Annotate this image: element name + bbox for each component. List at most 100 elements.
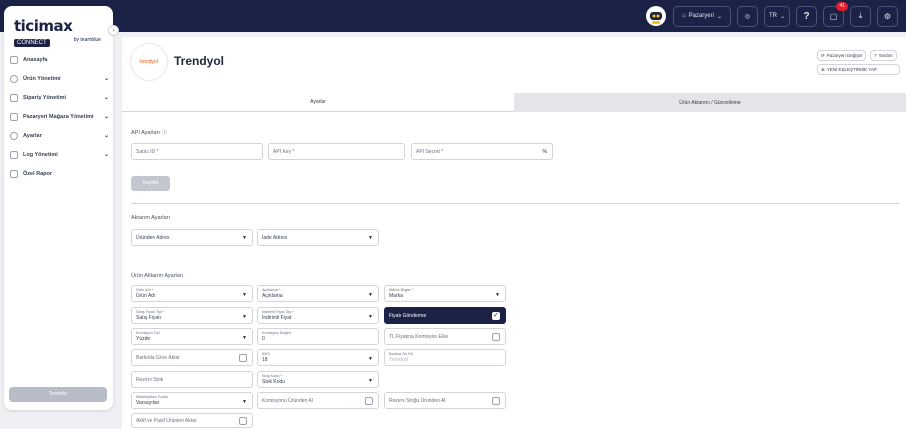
transfer-settings-heading: Aktarım Ayarları <box>131 215 171 221</box>
sidebar-item-pazaryeri-magaza[interactable]: Pazaryeri Mağaza Yönetimi ⌄ <box>8 107 111 126</box>
notification-badge: 41 <box>836 1 848 11</box>
return-address-select[interactable]: İade Adresi ▼ <box>257 229 379 246</box>
dropdown-arrow-icon: ▼ <box>495 292 500 298</box>
api-key-input[interactable]: API Key * <box>268 143 405 160</box>
commission-value-input[interactable]: Komisyon Değeri 0 <box>257 328 379 345</box>
chevron-down-icon: ⌄ <box>716 13 722 20</box>
chevron-down-icon: ⌄ <box>103 76 109 82</box>
tl-commission-toggle[interactable]: TL Fiyatına Komisyon Ekle <box>384 328 506 345</box>
collapse-sidebar-button[interactable]: ‹ <box>108 25 119 36</box>
swap-icon: ⟳ <box>821 52 825 58</box>
commission-type-select[interactable]: Komisyon Tipi Yüzde ▼ <box>131 328 253 345</box>
divider <box>131 203 899 204</box>
vat-select[interactable]: KDV 18 ▼ <box>257 349 379 366</box>
chevron-down-icon: ⌄ <box>103 152 109 158</box>
checkbox[interactable] <box>365 397 373 405</box>
commission-from-product-toggle[interactable]: Komisyonu Üründen Al <box>257 392 379 409</box>
log-icon <box>10 150 18 159</box>
help-circle-icon: ? <box>874 53 877 58</box>
sidebar: ticimax CONNECT by teamblue Anasayfa Ürü… <box>4 6 113 410</box>
robot-assistant-icon[interactable] <box>645 5 667 27</box>
globe-icon: ◎ <box>744 13 751 20</box>
report-icon <box>10 169 18 178</box>
change-marketplace-button[interactable]: ⟳ Pazaryeri Değiştir <box>817 50 867 61</box>
product-icon <box>10 74 18 83</box>
chevron-left-icon: ‹ <box>112 27 115 34</box>
download-icon: ⤓ <box>858 11 863 20</box>
checkbox[interactable] <box>239 417 247 425</box>
description-select[interactable]: Açıklama * Açıklama ▼ <box>257 285 379 302</box>
api-settings-heading: API Ayarları ⓘ <box>131 130 167 136</box>
checkbox[interactable] <box>492 333 500 341</box>
stock-code-select[interactable]: Stok Kodu * Stok Kodu ▼ <box>257 371 379 388</box>
dropdown-arrow-icon: ▼ <box>242 335 247 341</box>
brand-select[interactable]: Marka Bilgisi * Marka ▼ <box>384 285 506 302</box>
gear-icon: ⚙ <box>883 11 892 21</box>
marketplace-select[interactable]: ⌂ Pazaryeri ⌄ <box>672 5 731 27</box>
sidebar-item-urun-yonetimi[interactable]: Ürün Yönetimi ⌄ <box>8 69 111 88</box>
bell-icon: ▢ <box>829 11 838 21</box>
dropdown-arrow-icon: ▼ <box>242 314 247 320</box>
sale-price-type-select[interactable]: Satış Fiyatı Tipi * Satış Fiyatı ▼ <box>131 307 253 324</box>
api-secret-input[interactable]: API Secret *% <box>411 143 553 160</box>
dropdown-arrow-icon: ▼ <box>368 235 373 241</box>
sidebar-item-ozel-rapor[interactable]: Özel Rapor <box>8 164 111 183</box>
language-select[interactable]: TR ⌄ <box>763 5 790 27</box>
barcode-prefix-input[interactable]: Barkod Ön Ek Trendyol <box>384 349 506 366</box>
product-transfer-heading: Ürün Aktarım Ayarları <box>131 273 184 279</box>
plus-circle-icon: ⊕ <box>821 66 825 72</box>
tab-bar: Ayarlar Ürün Aktarımı / Güncelleme <box>122 93 906 112</box>
dropdown-arrow-icon: ▼ <box>368 292 373 298</box>
sidebar-item-ayarlar[interactable]: Ayarlar ⌄ <box>8 126 111 145</box>
settings-button[interactable]: ⚙ <box>877 5 898 27</box>
brand-logo[interactable]: ticimax CONNECT by teamblue <box>14 17 109 47</box>
help-button[interactable]: ? <box>796 5 817 27</box>
sidebar-item-siparis-yonetimi[interactable]: Sipariş Yönetimi ⌄ <box>8 88 111 107</box>
globe-button[interactable]: ◎ <box>736 5 758 27</box>
notifications-button[interactable]: ▢ 41 <box>823 1 848 27</box>
chevron-down-icon: ⌄ <box>103 133 109 139</box>
dropdown-arrow-icon: ▼ <box>368 356 373 362</box>
store-icon: ⌂ <box>681 13 686 19</box>
checkbox-checked-icon[interactable]: ✓ <box>492 312 500 320</box>
reserve-stock-from-product-toggle[interactable]: Rezerv Stoğu Üründen Al <box>384 392 506 409</box>
discount-price-type-select[interactable]: İndirimli Fiyat Tipi * İndirimli Fiyat ▼ <box>257 307 379 324</box>
tab-product-transfer[interactable]: Ürün Aktarımı / Güncelleme <box>514 93 906 112</box>
dashboard-icon <box>10 55 18 64</box>
download-button[interactable]: ⤓ <box>850 5 871 27</box>
chevron-down-icon: ⌄ <box>779 13 785 20</box>
product-name-select[interactable]: Ürün Adı * Ürün Adı ▼ <box>131 285 253 302</box>
chevron-down-icon: ⌄ <box>103 114 109 120</box>
new-matching-button[interactable]: ⊕ YENİ EŞLEŞTİRME YAP <box>817 64 900 75</box>
top-bar: ⌂ Pazaryeri ⌄ ◎ TR ⌄ ? ▢ 41 ⤓ ⚙ <box>0 0 906 32</box>
dont-send-price-toggle[interactable]: Fiyatı Gönderme ✓ <box>384 307 506 324</box>
sidebar-item-log-yonetimi[interactable]: Log Yönetimi ⌄ <box>8 145 111 164</box>
dropdown-arrow-icon: ▼ <box>242 235 247 241</box>
marketplace-icon <box>10 112 18 121</box>
order-icon <box>10 93 18 102</box>
dropdown-arrow-icon: ▼ <box>368 314 373 320</box>
info-icon: ⓘ <box>161 130 167 136</box>
dropdown-arrow-icon: ▼ <box>242 399 247 405</box>
main-panel: trendyol Trendyol ⟳ Pazaryeri Değiştir ? Y… <box>122 37 906 429</box>
gear-icon <box>10 131 18 140</box>
sidebar-menu: Anasayfa Ürün Yönetimi ⌄ Sipariş Yönetimi… <box>8 50 111 183</box>
active-passive-transfer-toggle[interactable]: Aktif ve Pasif Ürünleri Aktar <box>131 413 253 428</box>
dropdown-arrow-icon: ▼ <box>368 378 373 384</box>
chevron-down-icon: ⌄ <box>103 95 109 101</box>
page-title: Trendyol <box>174 54 225 68</box>
tab-settings[interactable]: Ayarlar <box>122 93 514 112</box>
save-button[interactable]: Kaydet <box>131 176 170 191</box>
help-link-button[interactable]: ? Yardım <box>870 50 897 61</box>
sidebar-item-anasayfa[interactable]: Anasayfa <box>8 50 111 69</box>
clear-button[interactable]: Temizle <box>9 387 107 402</box>
origin-address-select[interactable]: Üründen Adres ▼ <box>131 229 253 246</box>
checkbox[interactable] <box>239 354 247 362</box>
dropdown-arrow-icon: ▼ <box>242 292 247 298</box>
store-logo: trendyol <box>130 43 168 81</box>
marketplace-group-select[interactable]: Marketplace Grubu Varsayılan ▼ <box>131 392 253 409</box>
checkbox[interactable] <box>492 397 500 405</box>
reserve-stock-input[interactable]: Rezerv Stok <box>131 371 253 388</box>
seller-id-input[interactable]: Satıcı ID * <box>131 143 263 160</box>
transfer-by-barcode-toggle[interactable]: Barkoda Göre Aktar <box>131 349 253 366</box>
